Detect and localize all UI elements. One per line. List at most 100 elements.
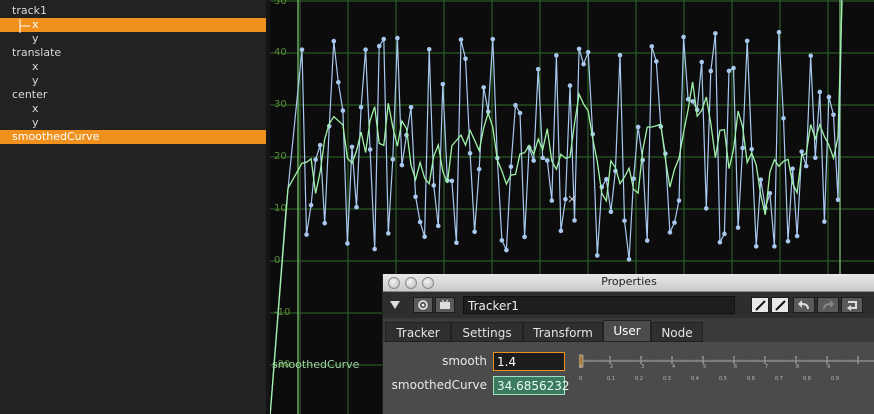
keyframe-point <box>372 246 377 252</box>
slider-tick-label: 4 <box>672 364 676 370</box>
tab-user[interactable]: User <box>603 320 651 342</box>
keyframe-point <box>708 68 714 74</box>
keyframe-point <box>731 65 736 71</box>
keyframe-point <box>504 247 509 253</box>
keyframe-point <box>299 47 305 52</box>
tree-item-center-x[interactable]: x <box>0 102 266 116</box>
keyframe-point <box>726 68 732 74</box>
keyframe-point <box>713 31 718 36</box>
keyframe-point <box>386 231 391 236</box>
tree-item-translate-y[interactable]: y <box>0 74 266 88</box>
keyframe-point <box>558 228 564 234</box>
keyframe-point <box>817 89 823 95</box>
keyframe-point <box>336 79 341 85</box>
properties-window: Properties Tracker1 Tracker Settings Tra… <box>382 274 874 414</box>
keyframe-point <box>781 115 786 121</box>
properties-titlebar[interactable]: Properties <box>383 274 874 292</box>
keyframe-point <box>490 36 496 42</box>
slider-subtick-label: 0.6 <box>747 376 755 382</box>
slider-subtick-label: 0.8 <box>803 376 811 382</box>
keyframe-point <box>644 238 650 243</box>
collapse-triangle-icon[interactable] <box>387 297 403 313</box>
keyframe-point <box>358 104 364 110</box>
revert-icon[interactable] <box>841 297 863 313</box>
keyframe-point <box>513 102 518 108</box>
keyframe-point <box>381 36 387 42</box>
tree-item-center-y[interactable]: y <box>0 116 266 130</box>
slider-tick-label: 7 <box>765 364 769 370</box>
keyframe-point <box>585 49 591 55</box>
keyframe-point <box>826 94 832 100</box>
keyframe-point <box>703 206 709 211</box>
slider-subtick-label: 0.5 <box>719 376 727 382</box>
keyframe-point <box>831 112 836 118</box>
tree-item-label: x <box>32 60 39 73</box>
tree-item-label: smoothedCurve <box>12 130 100 143</box>
center-node-button[interactable] <box>413 297 433 313</box>
tree-item-center[interactable]: center <box>0 88 266 102</box>
keyframe-point <box>649 44 655 49</box>
keyframe-point <box>458 37 464 42</box>
keyframe-point <box>508 164 514 169</box>
tree-item-translate-x[interactable]: x <box>0 60 266 74</box>
slider-subtick-label: 0.2 <box>635 376 643 382</box>
keyframe-point <box>808 53 814 59</box>
node-viewer-icon[interactable] <box>435 297 455 313</box>
node-name-field[interactable]: Tracker1 <box>463 296 735 314</box>
keyframe-point <box>722 231 727 237</box>
tree-item-track1-y[interactable]: y <box>0 32 266 46</box>
tree-item-smoothedcurve[interactable]: smoothedCurve <box>0 130 266 144</box>
keyframe-point <box>363 47 368 52</box>
keyframe-point <box>776 29 782 35</box>
slider-tick-label: 6 <box>734 364 738 370</box>
tree-connector-icon <box>19 19 30 33</box>
keyframe-point <box>422 234 427 239</box>
tree-item-label: x <box>32 18 39 31</box>
smoothed-curve-label: smoothedCurve <box>391 378 487 392</box>
keyframe-point <box>626 257 632 262</box>
tab-settings[interactable]: Settings <box>451 322 523 342</box>
keyframe-point <box>608 209 614 215</box>
tree-item-label: x <box>32 102 39 115</box>
tab-node[interactable]: Node <box>651 322 703 342</box>
keyframe-point <box>749 146 754 152</box>
tree-item-track1-x[interactable]: x <box>0 18 266 32</box>
keyframe-point <box>667 230 673 235</box>
user-tab-body: smooth 1.4 smoothedCurve 34.6856232 1 2 … <box>383 342 874 414</box>
keyframe-point <box>740 145 745 151</box>
tab-transform[interactable]: Transform <box>523 322 603 342</box>
smoothed-curve-value[interactable]: 34.6856232 <box>493 376 570 395</box>
slider-tick-label: 1 <box>579 364 583 370</box>
keyframe-point <box>349 144 355 150</box>
tree-item-label: track1 <box>12 4 47 17</box>
tree-item-track1[interactable]: track1 <box>0 4 266 18</box>
curve-name-label: smoothedCurve <box>272 358 360 371</box>
color-chip-button[interactable] <box>751 297 769 313</box>
tree-item-label: y <box>32 32 39 45</box>
keyframe-point <box>476 166 482 172</box>
keyframe-point <box>785 238 791 244</box>
color-chip-button-2[interactable] <box>771 297 789 313</box>
keyframe-point <box>472 229 477 235</box>
undo-icon[interactable] <box>793 297 815 313</box>
keyframe-point <box>799 149 804 154</box>
keyframe-point <box>699 59 705 65</box>
redo-icon[interactable] <box>817 297 839 313</box>
keyframe-point <box>354 204 359 210</box>
keyframe-point <box>549 198 555 203</box>
keyframe-point <box>576 46 582 52</box>
tree-item-translate[interactable]: translate <box>0 46 266 60</box>
keyframe-point <box>399 162 405 168</box>
slider-tick-label: 3 <box>641 364 645 370</box>
properties-tabs: Tracker Settings Transform User Node <box>383 320 874 342</box>
smooth-slider[interactable]: 1 2 3 4 5 6 7 8 9 0 0.1 0.2 0.3 0.4 0.5 … <box>578 354 874 384</box>
keyframe-point <box>572 218 577 223</box>
keyframe-point <box>408 104 414 110</box>
keyframe-point <box>594 253 600 258</box>
keyframe-point <box>604 176 609 182</box>
keyframe-point <box>522 234 527 240</box>
y-axis-label: 30 <box>274 99 287 110</box>
keyframe-point <box>454 240 459 246</box>
tab-tracker[interactable]: Tracker <box>385 322 451 342</box>
smooth-input[interactable]: 1.4 <box>493 352 565 371</box>
